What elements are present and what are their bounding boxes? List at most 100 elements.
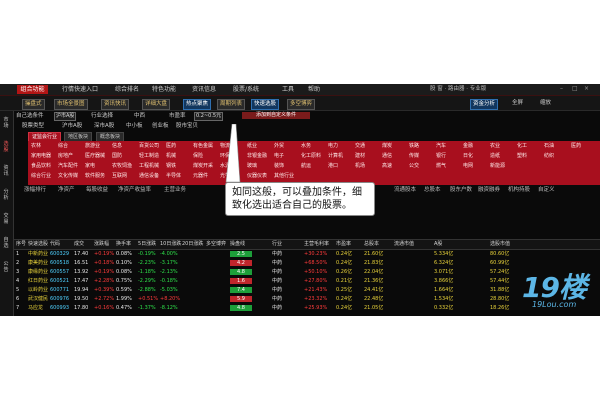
toolbar-button-capital-analysis[interactable]: 资金分析 (470, 99, 499, 110)
column-header[interactable]: 代码 (50, 240, 60, 249)
price-range-select[interactable]: 0.2~0.5元 (194, 112, 224, 121)
column-header[interactable]: 序号 (16, 240, 26, 249)
sector-item[interactable]: 农牧饲渔 (112, 163, 132, 170)
column-header[interactable]: 涨跌幅 (94, 240, 109, 249)
sector-item[interactable]: 机械 (166, 153, 176, 160)
category-item[interactable]: 股票类型 (22, 122, 44, 131)
side-tab-7[interactable]: 公告 (1, 261, 11, 273)
menu-item-tools[interactable]: 工具 (282, 85, 294, 94)
sector-item[interactable]: 电力 (328, 143, 338, 150)
sector-item[interactable]: 轻工制造 (139, 153, 159, 160)
sector-item[interactable]: 文化传媒 (58, 173, 78, 180)
menu-item-news[interactable]: 资讯信息 (192, 85, 216, 94)
sector-item[interactable]: 医药 (166, 143, 176, 150)
sector-item[interactable]: 互联网 (112, 173, 127, 180)
sector-item[interactable]: 金融 (463, 143, 473, 150)
sector-item[interactable]: 铁路 (409, 143, 419, 150)
sector-item[interactable]: 综合行业 (31, 173, 51, 180)
side-tab-4[interactable]: 分析 (1, 189, 11, 201)
metric-item[interactable]: 流通股本 (394, 186, 416, 195)
sector-item[interactable]: 纸业 (247, 143, 257, 150)
menu-item-features[interactable]: 特色功能 (152, 85, 176, 94)
table-row[interactable]: 2 康美药业 600518 16.51 +0.18% 0.10% -2.23% -3.17% 4… (14, 259, 600, 267)
column-header[interactable]: 选股市值 (490, 240, 510, 249)
sector-item[interactable]: 电子 (274, 153, 284, 160)
metric-item[interactable]: 每股收益 (86, 186, 108, 195)
sector-item[interactable]: 信息 (112, 143, 122, 150)
menu-item-ranking[interactable]: 综合排名 (115, 85, 139, 94)
table-row[interactable]: 7 马应龙 600993 17.80 +0.16% 0.47% -1.37% -8.12% 4.… (14, 304, 600, 312)
sector-item[interactable]: 汽车 (436, 143, 446, 150)
category-item[interactable]: 创业板 (152, 122, 169, 131)
sector-item[interactable]: 旅游业 (85, 143, 100, 150)
metric-item[interactable]: 总股本 (424, 186, 441, 195)
metric-item[interactable]: 主营业务 (164, 186, 186, 195)
sector-item[interactable]: 造纸 (490, 153, 500, 160)
sector-item[interactable]: 国防 (112, 153, 122, 160)
minimize-icon[interactable]: – (560, 86, 566, 92)
toolbar-button-market-panorama[interactable]: 市场全景图 (54, 99, 88, 110)
menu-item-quick-entry[interactable]: 行情快速入口 (62, 85, 98, 94)
toolbar-button-hot-focus[interactable]: 热点聚焦 (183, 99, 212, 110)
toolbar-button-period-list[interactable]: 周期列表 (217, 99, 246, 110)
sector-item[interactable]: 塑料 (517, 153, 527, 160)
column-header[interactable]: 快速选股 (28, 240, 48, 249)
sector-item[interactable]: 仪器仪表 (247, 173, 267, 180)
sector-item[interactable]: 半导体 (166, 173, 181, 180)
column-header[interactable]: 成交 (74, 240, 84, 249)
column-header[interactable]: 10日涨跌 (160, 240, 181, 249)
sector-item[interactable]: 房地产 (58, 153, 73, 160)
column-header[interactable]: 操盘线 (230, 240, 245, 249)
metric-item[interactable]: 净资产收益率 (118, 186, 151, 195)
column-header[interactable]: 市盈率 (336, 240, 351, 249)
sector-item[interactable]: 医疗器械 (85, 153, 105, 160)
sector-item[interactable]: 保险 (193, 153, 203, 160)
sector-item[interactable]: 港口 (328, 163, 338, 170)
toolbar-button-fullscreen[interactable]: 全屏 (512, 99, 523, 108)
sector-item[interactable]: 煤炭开采 (193, 163, 213, 170)
sector-item[interactable]: 航运 (301, 163, 311, 170)
sector-item[interactable]: 医药 (571, 143, 581, 150)
sector-item[interactable]: 银行 (436, 153, 446, 160)
column-header[interactable]: 主营毛利率 (304, 240, 329, 249)
metric-item[interactable]: 融资融券 (478, 186, 500, 195)
market-select[interactable]: 沪市A股 (54, 112, 77, 121)
toolbar-button-zoom[interactable]: 缩放 (540, 99, 551, 108)
column-header[interactable]: A股 (434, 240, 442, 249)
sector-item[interactable]: 非银金融 (247, 153, 267, 160)
toolbar-button-trading[interactable]: 操盘式 (22, 99, 45, 110)
sector-item[interactable]: 工程机械 (139, 163, 159, 170)
sector-item[interactable]: 日化 (463, 153, 473, 160)
sector-item[interactable]: 计算机 (328, 153, 343, 160)
sector-item[interactable]: 煤炭 (382, 143, 392, 150)
sector-item[interactable]: 机场 (355, 163, 365, 170)
sector-item[interactable]: 其他行业 (274, 173, 294, 180)
sector-item[interactable]: 有色金属 (193, 143, 213, 150)
metric-item[interactable]: 股东户数 (450, 186, 472, 195)
side-tab-2[interactable]: 选股 (1, 141, 11, 153)
sector-item[interactable]: 建材 (355, 153, 365, 160)
sector-item[interactable]: 百货公司 (139, 143, 159, 150)
table-row[interactable]: 6 武汉健民 600976 19.50 +2.72% 1.99% +0.51% +8.20% 5… (14, 295, 600, 303)
column-header[interactable]: 换手率 (116, 240, 131, 249)
table-row[interactable]: 1 中新药业 600329 17.40 +0.19% 0.08% -0.19% -4.00% 2… (14, 250, 600, 258)
category-item[interactable]: 沪市A股 (62, 122, 82, 131)
sector-item[interactable]: 交通 (355, 143, 365, 150)
column-header[interactable]: 5日涨跌 (138, 240, 156, 249)
metric-item[interactable]: 机构持股 (508, 186, 530, 195)
add-condition-button[interactable]: 添加到自定义条件 (242, 112, 310, 119)
maximize-icon[interactable]: □ (572, 86, 578, 92)
column-header[interactable]: 20日涨跌 (182, 240, 203, 249)
toolbar-button-long-short[interactable]: 多空博弈 (287, 99, 316, 110)
menu-item-stock-system[interactable]: 股票/系统 (233, 85, 259, 94)
sector-item[interactable]: 食品饮料 (31, 163, 51, 170)
side-tab-3[interactable]: 资讯 (1, 165, 11, 177)
side-tab-5[interactable]: 交易 (1, 213, 11, 225)
sector-item[interactable]: 新能源 (490, 163, 505, 170)
sector-item[interactable]: 化工原料 (301, 153, 321, 160)
sector-item[interactable]: 外贸 (274, 143, 284, 150)
category-item[interactable]: 中小板 (126, 122, 143, 131)
sector-item[interactable]: 电网 (463, 163, 473, 170)
close-icon[interactable]: × (584, 86, 590, 92)
sector-item[interactable]: 家电 (85, 163, 95, 170)
